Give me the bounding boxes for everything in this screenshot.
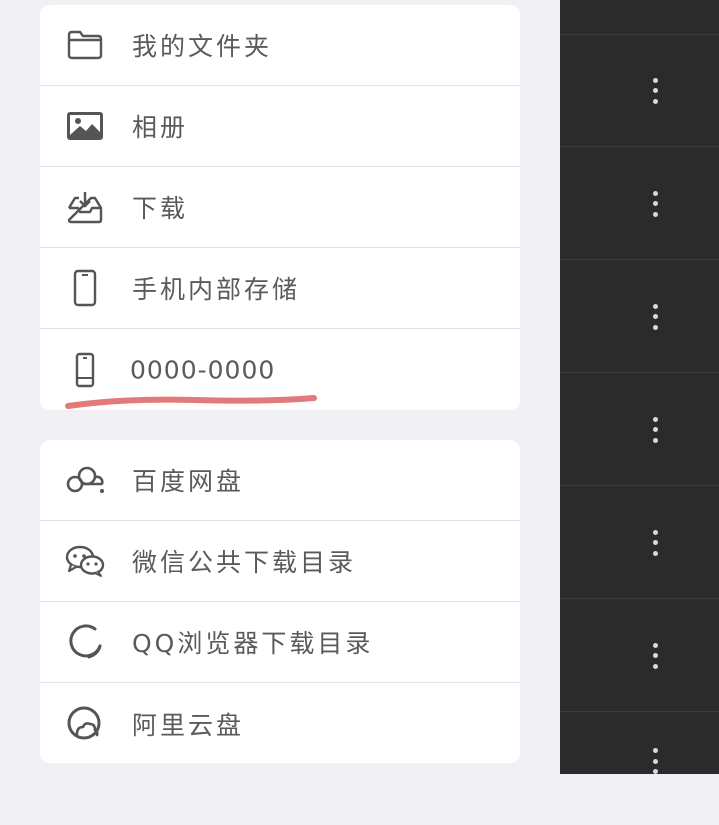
location-sd-card[interactable]: 0000-0000 bbox=[40, 329, 520, 410]
file-row bbox=[560, 148, 719, 260]
more-options-icon[interactable] bbox=[650, 642, 660, 669]
file-row bbox=[560, 35, 719, 147]
file-row bbox=[560, 713, 719, 825]
phone-icon bbox=[64, 267, 106, 309]
more-options-icon[interactable] bbox=[650, 303, 660, 330]
local-storage-card: 我的文件夹 相册 下载 手机内部存储 0000-0000 bbox=[40, 5, 520, 410]
location-label: 阿里云盘 bbox=[132, 710, 245, 740]
more-options-icon[interactable] bbox=[650, 416, 660, 443]
file-row bbox=[560, 374, 719, 486]
location-label: 微信公共下载目录 bbox=[132, 548, 357, 577]
storage-locations-panel: 我的文件夹 相册 下载 手机内部存储 0000-0000 百度网盘 微信公共下载… bbox=[0, 0, 560, 774]
location-aliyun-drive[interactable]: 阿里云盘 bbox=[40, 683, 520, 763]
location-label: 相册 bbox=[132, 113, 189, 142]
cloud-storage-card: 百度网盘 微信公共下载目录 QQ浏览器下载目录 阿里云盘 bbox=[40, 440, 520, 763]
file-row bbox=[560, 261, 719, 373]
location-album[interactable]: 相册 bbox=[40, 86, 520, 167]
wechat-icon bbox=[64, 540, 106, 582]
location-internal-storage[interactable]: 手机内部存储 bbox=[40, 248, 520, 329]
folder-icon bbox=[64, 24, 106, 66]
aliyun-drive-icon bbox=[64, 703, 106, 745]
phone-storage-icon bbox=[64, 349, 106, 391]
location-label: 0000-0000 bbox=[130, 355, 276, 384]
location-my-folder[interactable]: 我的文件夹 bbox=[40, 5, 520, 86]
location-label: QQ浏览器下载目录 bbox=[132, 629, 374, 658]
location-label: 下载 bbox=[132, 194, 189, 223]
download-tray-icon bbox=[64, 186, 106, 228]
more-options-icon[interactable] bbox=[650, 748, 660, 774]
file-row bbox=[560, 0, 719, 35]
file-row bbox=[560, 600, 719, 712]
location-label: 我的文件夹 bbox=[132, 32, 273, 61]
image-icon bbox=[64, 105, 106, 147]
qq-browser-icon bbox=[64, 621, 106, 663]
location-baidu-netdisk[interactable]: 百度网盘 bbox=[40, 440, 520, 521]
dimmed-file-list-overlay[interactable] bbox=[560, 0, 719, 774]
location-wechat-downloads[interactable]: 微信公共下载目录 bbox=[40, 521, 520, 602]
location-label: 百度网盘 bbox=[132, 467, 245, 496]
file-row bbox=[560, 487, 719, 599]
location-qq-browser-downloads[interactable]: QQ浏览器下载目录 bbox=[40, 602, 520, 683]
location-download[interactable]: 下载 bbox=[40, 167, 520, 248]
more-options-icon[interactable] bbox=[650, 77, 660, 104]
baidu-cloud-icon bbox=[64, 459, 106, 501]
location-label: 手机内部存储 bbox=[132, 275, 301, 304]
more-options-icon[interactable] bbox=[650, 190, 660, 217]
more-options-icon[interactable] bbox=[650, 529, 660, 556]
